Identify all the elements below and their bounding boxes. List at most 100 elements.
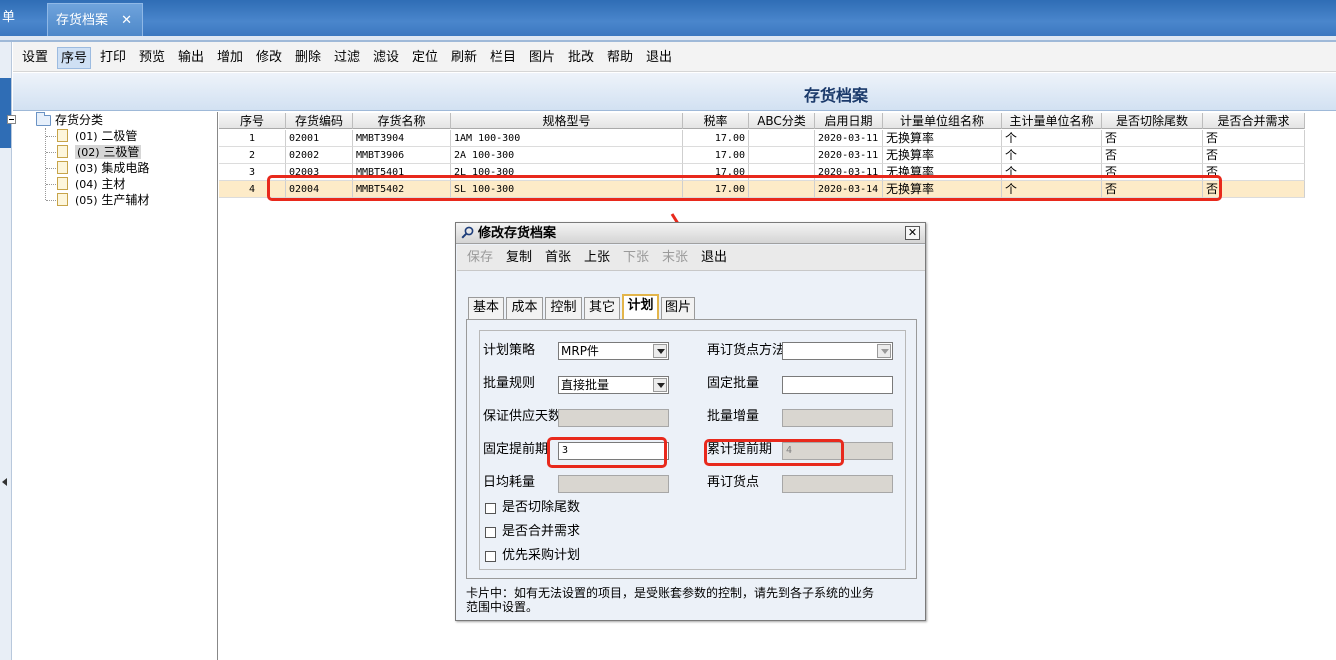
table-cell[interactable]: 否 [1102, 130, 1203, 147]
chevron-down-icon[interactable] [877, 344, 891, 358]
dialog-toolbar-button[interactable]: 末张 [662, 249, 688, 267]
table-cell[interactable]: 个 [1002, 130, 1102, 147]
table-cell[interactable]: 否 [1102, 147, 1203, 164]
batch-increment-input[interactable] [782, 409, 893, 427]
left-collapse-rail[interactable] [0, 42, 12, 660]
table-cell[interactable]: 17.00 [683, 130, 749, 147]
column-header[interactable]: 规格型号 [451, 113, 683, 129]
checkbox-label[interactable]: 是否合并需求 [502, 524, 580, 540]
checkbox-label[interactable]: 优先采购计划 [502, 548, 580, 564]
fixed-batch-input[interactable] [782, 376, 893, 394]
tab-close-icon[interactable]: ✕ [121, 4, 132, 37]
toolbar-button[interactable]: 设置 [18, 47, 52, 69]
dialog-close-icon[interactable]: ✕ [905, 226, 920, 240]
dialog-tab[interactable]: 成本 [506, 297, 543, 319]
table-cell[interactable]: MMBT3906 [353, 147, 451, 164]
table-cell[interactable]: 2020-03-11 [815, 130, 883, 147]
column-header[interactable]: 是否合并需求 [1203, 113, 1305, 129]
chevron-down-icon[interactable] [653, 344, 667, 358]
toolbar-button[interactable]: 退出 [642, 47, 676, 69]
tab-inventory-archive[interactable]: 存货档案 ✕ [47, 3, 143, 36]
batch-rule-select[interactable]: 直接批量 [558, 376, 669, 394]
toolbar-button[interactable]: 图片 [525, 47, 559, 69]
dialog-title-bar[interactable]: 修改存货档案 ✕ [456, 223, 925, 244]
supply-days-input[interactable] [558, 409, 669, 427]
table-cell[interactable] [749, 130, 815, 147]
chevron-down-icon[interactable] [653, 378, 667, 392]
toolbar-button[interactable]: 输出 [174, 47, 208, 69]
toolbar-button[interactable]: 批改 [564, 47, 598, 69]
tree-node[interactable]: (01) 二极管 [75, 128, 137, 144]
selected-row-highlight-box [267, 175, 1222, 201]
tree-node[interactable]: (03) 集成电路 [75, 160, 149, 176]
dialog-toolbar-button[interactable]: 下张 [623, 249, 649, 267]
plan-strategy-select[interactable]: MRP件 [558, 342, 669, 360]
toolbar-button[interactable]: 定位 [408, 47, 442, 69]
table-cell[interactable]: 无换算率 [883, 130, 1002, 147]
title-band: 存货档案 [13, 73, 1336, 111]
fixed-lead-time-highlight-box [547, 437, 667, 468]
checkbox[interactable] [485, 503, 496, 514]
toolbar-button[interactable]: 删除 [291, 47, 325, 69]
column-header[interactable]: 启用日期 [815, 113, 883, 129]
table-cell[interactable]: 17.00 [683, 147, 749, 164]
checkbox[interactable] [485, 527, 496, 538]
column-header[interactable]: 计量单位组名称 [883, 113, 1002, 129]
toolbar-button[interactable]: 打印 [96, 47, 130, 69]
table-cell[interactable]: 2 [219, 147, 286, 164]
daily-usage-input[interactable] [558, 475, 669, 493]
column-header[interactable]: 序号 [219, 113, 286, 129]
column-header[interactable]: 主计量单位名称 [1002, 113, 1102, 129]
table-cell[interactable]: 否 [1203, 147, 1305, 164]
table-cell[interactable]: 1AM 100-300 [451, 130, 683, 147]
table-cell[interactable]: 2A 100-300 [451, 147, 683, 164]
tree-root-label[interactable]: 存货分类 [55, 112, 103, 128]
column-header[interactable]: 税率 [683, 113, 749, 129]
dialog-toolbar-button[interactable]: 复制 [506, 249, 532, 267]
toolbar-button[interactable]: 滤设 [369, 47, 403, 69]
tree-collapse-toggle-icon[interactable] [7, 115, 16, 124]
dialog-toolbar-button[interactable]: 保存 [467, 249, 493, 267]
tree-node[interactable]: (02) 三极管 [75, 144, 142, 160]
table-cell[interactable]: 02001 [286, 130, 353, 147]
table-cell[interactable]: 2020-03-11 [815, 147, 883, 164]
table-cell[interactable]: 否 [1203, 130, 1305, 147]
toolbar-button[interactable]: 帮助 [603, 47, 637, 69]
column-header[interactable]: ABC分类 [749, 113, 815, 129]
column-header[interactable]: 是否切除尾数 [1102, 113, 1203, 129]
reorder-point-input[interactable] [782, 475, 893, 493]
dialog-toolbar-button[interactable]: 首张 [545, 249, 571, 267]
table-cell[interactable]: 1 [219, 130, 286, 147]
collapse-arrow-icon[interactable] [2, 478, 7, 486]
dialog-tab[interactable]: 控制 [545, 297, 582, 319]
checkbox-label[interactable]: 是否切除尾数 [502, 500, 580, 516]
table-cell[interactable] [749, 147, 815, 164]
toolbar-button[interactable]: 刷新 [447, 47, 481, 69]
toolbar-button[interactable]: 增加 [213, 47, 247, 69]
toolbar-button[interactable]: 修改 [252, 47, 286, 69]
table-cell[interactable]: MMBT3904 [353, 130, 451, 147]
magnifier-icon [461, 226, 474, 239]
dialog-tab[interactable]: 图片 [661, 297, 695, 319]
toolbar-button[interactable]: 预览 [135, 47, 169, 69]
dialog-toolbar-button[interactable]: 上张 [584, 249, 610, 267]
dialog-tab[interactable]: 其它 [584, 297, 620, 319]
checkbox[interactable] [485, 551, 496, 562]
table-cell[interactable]: 02002 [286, 147, 353, 164]
dialog-tab[interactable]: 计划 [622, 294, 659, 319]
reorder-method-select[interactable] [782, 342, 893, 360]
column-header[interactable]: 存货编码 [286, 113, 353, 129]
table-cell[interactable]: 个 [1002, 147, 1102, 164]
tree-node-code: (04) [75, 178, 98, 191]
toolbar-button[interactable]: 栏目 [486, 47, 520, 69]
table-cell[interactable]: 无换算率 [883, 147, 1002, 164]
tree-node-label: (03) 集成电路 [75, 161, 149, 175]
dialog-toolbar-button[interactable]: 退出 [701, 249, 727, 267]
toolbar-button[interactable]: 序号 [57, 47, 91, 69]
tree-node[interactable]: (04) 主材 [75, 176, 125, 192]
tree-node[interactable]: (05) 生产辅材 [75, 192, 149, 208]
tab-fragment-left[interactable]: 单 [0, 0, 22, 36]
toolbar-button[interactable]: 过滤 [330, 47, 364, 69]
column-header[interactable]: 存货名称 [353, 113, 451, 129]
dialog-tab[interactable]: 基本 [468, 297, 504, 319]
